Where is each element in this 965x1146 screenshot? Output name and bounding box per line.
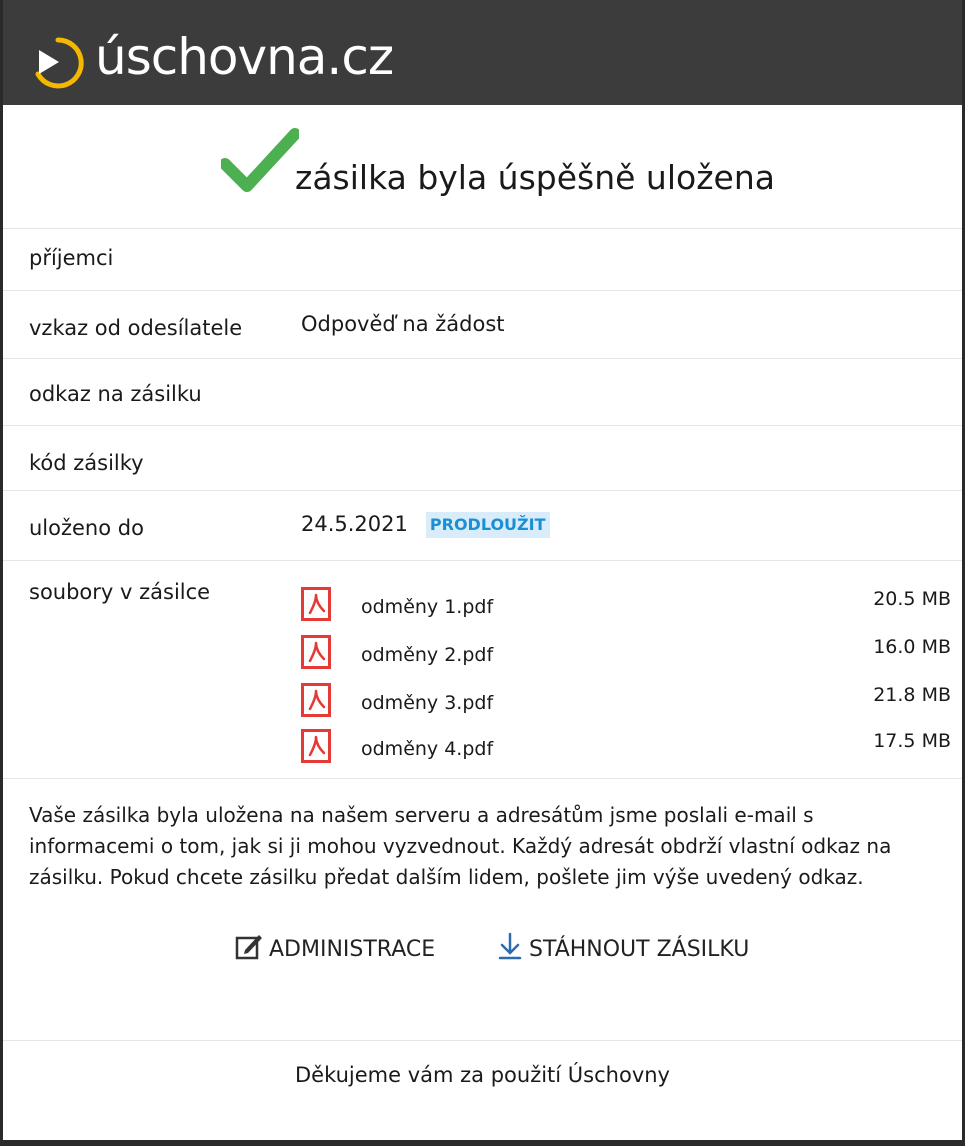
pdf-icon <box>301 587 331 621</box>
message-value: Odpověď na žádost <box>301 312 505 336</box>
play-circle-icon <box>35 37 84 89</box>
checkmark-icon <box>221 128 299 192</box>
stored-until-date: 24.5.2021 <box>301 512 408 536</box>
file-name[interactable]: odměny 2.pdf <box>361 641 493 669</box>
administration-label[interactable]: ADMINISTRACE <box>269 937 435 962</box>
bottom-border <box>3 1140 962 1146</box>
file-name[interactable]: odměny 4.pdf <box>361 735 493 763</box>
file-size: 17.5 MB <box>873 730 951 752</box>
file-item[interactable]: odměny 4.pdf 17.5 MB <box>301 725 951 771</box>
file-item[interactable]: odměny 1.pdf 20.5 MB <box>301 583 951 629</box>
file-item[interactable]: odměny 2.pdf 16.0 MB <box>301 631 951 677</box>
file-name[interactable]: odměny 1.pdf <box>361 593 493 621</box>
administration-button[interactable]: ADMINISTRACE <box>235 932 435 966</box>
recipients-label: příjemci <box>29 246 114 270</box>
edit-icon <box>235 935 262 960</box>
pdf-icon <box>301 683 331 717</box>
extend-button[interactable]: PRODLOUŽIT <box>425 512 550 538</box>
files-row: soubory v zásilce odměny 1.pdf 20.5 MB o… <box>3 560 962 775</box>
thanks-text: Děkujeme vám za použití Úschovny <box>295 1063 670 1087</box>
stored-until-group: 24.5.2021 PRODLOUŽIT <box>301 509 550 539</box>
divider <box>3 778 962 779</box>
recipients-row: příjemci <box>3 228 962 288</box>
file-size: 21.8 MB <box>873 684 951 706</box>
success-title: zásilka byla úspěšně uložena <box>295 158 775 197</box>
link-row: odkaz na zásilku <box>3 358 962 426</box>
code-label: kód zásilky <box>29 451 144 475</box>
files-label: soubory v zásilce <box>29 580 211 604</box>
download-icon <box>498 932 522 960</box>
stored-until-row: uloženo do 24.5.2021 PRODLOUŽIT <box>3 490 962 554</box>
pdf-icon <box>301 635 331 669</box>
file-size: 20.5 MB <box>873 588 951 610</box>
success-banner: zásilka byla úspěšně uložena <box>3 118 962 208</box>
info-text: Vaše zásilka byla uložena na našem serve… <box>29 803 892 889</box>
link-label: odkaz na zásilku <box>29 382 202 406</box>
download-label[interactable]: STÁHNOUT ZÁSILKU <box>529 937 749 962</box>
pdf-icon <box>301 729 331 763</box>
message-row: vzkaz od odesílatele Odpověď na žádost <box>3 290 962 360</box>
message-label: vzkaz od odesílatele <box>29 316 243 340</box>
file-name[interactable]: odměny 3.pdf <box>361 689 493 717</box>
divider <box>3 1040 962 1041</box>
download-button[interactable]: STÁHNOUT ZÁSILKU <box>497 932 749 966</box>
header-bar: úschovna.cz <box>3 0 962 105</box>
stored-until-label: uloženo do <box>29 516 144 540</box>
file-item[interactable]: odměny 3.pdf 21.8 MB <box>301 679 951 725</box>
page: úschovna.cz zásilka byla úspěšně uložena… <box>0 0 965 1146</box>
file-size: 16.0 MB <box>873 636 951 658</box>
logo-text[interactable]: úschovna.cz <box>95 22 394 92</box>
code-row: kód zásilky <box>3 425 962 491</box>
